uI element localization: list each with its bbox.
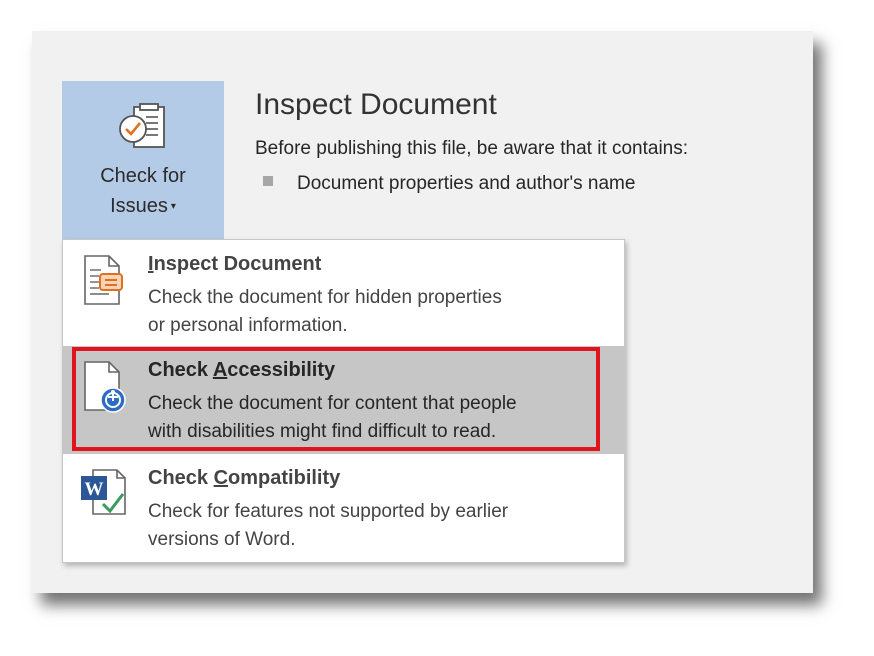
check-for-issues-label: Check for Issues ▾ [62,161,224,222]
inspect-bullet-text: Document properties and author's name [297,173,636,194]
menu-item-inspect-document[interactable]: Inspect Document Check the document for … [63,240,624,346]
chevron-down-icon: ▾ [170,201,176,212]
check-for-issues-button[interactable]: Check for Issues ▾ [62,81,224,239]
menu-item-check-accessibility[interactable]: Check Accessibility Check the document f… [63,346,624,454]
menu-item-title: Inspect Document [148,253,322,275]
check-for-issues-label-line2: Issues [110,195,168,217]
inspect-document-icon [84,255,123,305]
menu-item-title: Check Accessibility [148,359,336,381]
menu-item-description: Check for features not supported by earl… [148,501,509,550]
inspect-section-description: Before publishing this file, be aware th… [255,138,689,159]
menu-item-title: Check Compatibility [148,467,341,489]
menu-item-check-compatibility[interactable]: W Check Compatibility Check for features… [63,454,624,562]
menu-item-description: Check the document for content that peop… [148,393,517,442]
check-accessibility-icon [84,361,126,413]
svg-text:W: W [85,479,104,500]
check-compatibility-icon: W [81,469,126,515]
check-for-issues-menu: Inspect Document Check the document for … [62,239,625,563]
check-for-issues-icon [119,103,165,148]
menu-item-description: Check the document for hidden properties… [148,287,502,336]
bullet-square-icon [263,176,273,186]
check-for-issues-label-line1: Check for [100,165,186,187]
inspect-bullet-item: Document properties and author's name [263,173,635,195]
inspect-section-title: Inspect Document [255,88,497,121]
